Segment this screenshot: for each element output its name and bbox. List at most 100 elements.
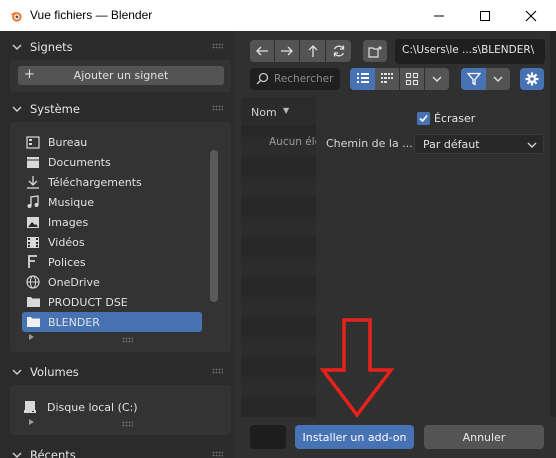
drag-handle-icon[interactable] bbox=[212, 451, 223, 457]
music-icon bbox=[25, 194, 41, 210]
folder-icon bbox=[25, 294, 41, 310]
recent-header-label: Récents bbox=[30, 448, 76, 458]
maximize-button[interactable] bbox=[462, 0, 508, 31]
filter-options-dropdown[interactable] bbox=[486, 68, 510, 90]
system-item-videos[interactable]: Vidéos bbox=[22, 232, 202, 252]
resize-grip-icon[interactable] bbox=[122, 337, 133, 343]
globe-icon bbox=[25, 274, 41, 290]
sort-down-icon: ▼ bbox=[283, 106, 290, 115]
drag-handle-icon[interactable] bbox=[212, 368, 223, 374]
close-button[interactable] bbox=[508, 0, 554, 31]
drag-handle-icon[interactable] bbox=[212, 43, 223, 49]
arrow-right-icon bbox=[281, 46, 293, 56]
gear-icon bbox=[525, 72, 539, 86]
display-thumbnails-button[interactable] bbox=[400, 68, 424, 90]
system-item-polices[interactable]: Polices bbox=[22, 252, 202, 272]
title-bar: Vue fichiers — Blender bbox=[0, 0, 556, 31]
filter-toggle-button[interactable] bbox=[461, 68, 486, 90]
new-folder-button[interactable] bbox=[363, 40, 387, 62]
system-panel-header[interactable]: Système bbox=[10, 96, 231, 122]
window-title: Vue fichiers — Blender bbox=[30, 8, 153, 22]
chevron-down-icon bbox=[432, 76, 442, 82]
volume-item-label: Disque local (C:) bbox=[47, 400, 138, 414]
documents-icon bbox=[25, 154, 41, 170]
checkmark-icon bbox=[419, 114, 428, 123]
system-item-label: PRODUCT DSE bbox=[48, 295, 128, 309]
window-edge bbox=[550, 31, 556, 458]
red-annotation-arrow-icon bbox=[320, 318, 394, 418]
system-item-documents[interactable]: Documents bbox=[22, 152, 202, 172]
system-item-musique[interactable]: Musique bbox=[22, 192, 202, 212]
system-item-label: Musique bbox=[48, 195, 94, 209]
resize-grip-icon[interactable] bbox=[122, 421, 133, 427]
system-item-label: Images bbox=[48, 215, 89, 229]
back-button[interactable] bbox=[250, 40, 274, 62]
cancel-button[interactable]: Annuler bbox=[424, 425, 544, 449]
system-item-images[interactable]: Images bbox=[22, 212, 202, 232]
new-folder-icon bbox=[367, 45, 382, 58]
minimize-icon bbox=[434, 15, 444, 16]
install-addon-button[interactable]: Installer un add-on bbox=[295, 425, 414, 449]
column-header-name[interactable]: Nom ▼ bbox=[241, 97, 316, 127]
add-bookmark-label: Ajouter un signet bbox=[73, 69, 169, 82]
system-header-label: Système bbox=[30, 102, 80, 116]
system-item-product-dse[interactable]: PRODUCT DSE bbox=[22, 292, 202, 312]
path-option-value: Par défaut bbox=[423, 138, 480, 151]
expand-arrow-icon[interactable] bbox=[29, 334, 34, 340]
list-horizontal-icon bbox=[381, 73, 393, 83]
minimize-button[interactable] bbox=[416, 0, 462, 31]
system-item-label: BLENDER bbox=[48, 315, 100, 329]
system-item-onedrive[interactable]: OneDrive bbox=[22, 272, 202, 292]
image-icon bbox=[25, 214, 41, 230]
system-item-label: Polices bbox=[48, 255, 86, 269]
volumes-header-label: Volumes bbox=[30, 365, 79, 379]
bookmarks-header-label: Signets bbox=[30, 40, 73, 54]
forward-button[interactable] bbox=[275, 40, 299, 62]
desktop-icon bbox=[25, 134, 41, 150]
path-option-select[interactable]: Par défaut bbox=[414, 134, 544, 154]
filename-field[interactable] bbox=[250, 425, 286, 449]
expand-arrow-icon[interactable] bbox=[29, 419, 34, 425]
maximize-icon bbox=[480, 10, 490, 21]
path-input[interactable]: C:\Users\le ...s\BLENDER\ bbox=[395, 39, 545, 64]
add-bookmark-button[interactable]: + Ajouter un signet bbox=[18, 66, 224, 85]
overwrite-label[interactable]: Écraser bbox=[434, 112, 475, 125]
search-input[interactable]: Rechercher bbox=[250, 68, 340, 90]
parent-directory-button[interactable] bbox=[300, 40, 325, 62]
chevron-down-icon bbox=[527, 142, 537, 148]
settings-toggle-button[interactable] bbox=[520, 68, 544, 90]
blender-logo-icon bbox=[9, 11, 22, 22]
font-icon bbox=[25, 254, 41, 270]
grid-icon bbox=[405, 72, 419, 86]
refresh-icon bbox=[333, 45, 344, 57]
display-options-dropdown[interactable] bbox=[425, 68, 449, 90]
search-icon bbox=[256, 72, 269, 85]
refresh-button[interactable] bbox=[326, 40, 351, 62]
recent-panel-header[interactable]: Récents bbox=[10, 442, 231, 458]
video-icon bbox=[25, 234, 41, 250]
system-item-telechargements[interactable]: Téléchargements bbox=[22, 172, 202, 192]
display-list-vertical-button[interactable] bbox=[350, 68, 375, 90]
drive-icon bbox=[22, 399, 38, 415]
list-vertical-icon bbox=[356, 73, 369, 83]
close-icon bbox=[525, 10, 537, 21]
system-list-scrollbar[interactable] bbox=[210, 150, 218, 302]
column-header-label: Nom bbox=[251, 106, 277, 119]
download-icon bbox=[25, 174, 41, 190]
system-item-label: Documents bbox=[48, 155, 111, 169]
filter-icon bbox=[466, 72, 481, 86]
system-item-label: OneDrive bbox=[48, 275, 100, 289]
display-list-horizontal-button[interactable] bbox=[375, 68, 399, 90]
system-item-bureau[interactable]: Bureau bbox=[22, 132, 202, 152]
path-option-label: Chemin de la ... bbox=[326, 137, 413, 150]
system-item-blender[interactable]: BLENDER bbox=[22, 312, 202, 332]
chevron-down-icon bbox=[493, 76, 503, 82]
volumes-panel-header[interactable]: Volumes bbox=[10, 359, 231, 385]
arrow-left-icon bbox=[256, 46, 268, 56]
system-list: Bureau Documents Téléchargements Musique… bbox=[22, 132, 202, 332]
bookmarks-panel-header[interactable]: Signets bbox=[10, 34, 231, 60]
volume-item-local-disk[interactable]: Disque local (C:) bbox=[22, 397, 138, 417]
system-item-label: Vidéos bbox=[48, 235, 85, 249]
drag-handle-icon[interactable] bbox=[212, 105, 223, 111]
overwrite-checkbox[interactable] bbox=[417, 112, 430, 125]
